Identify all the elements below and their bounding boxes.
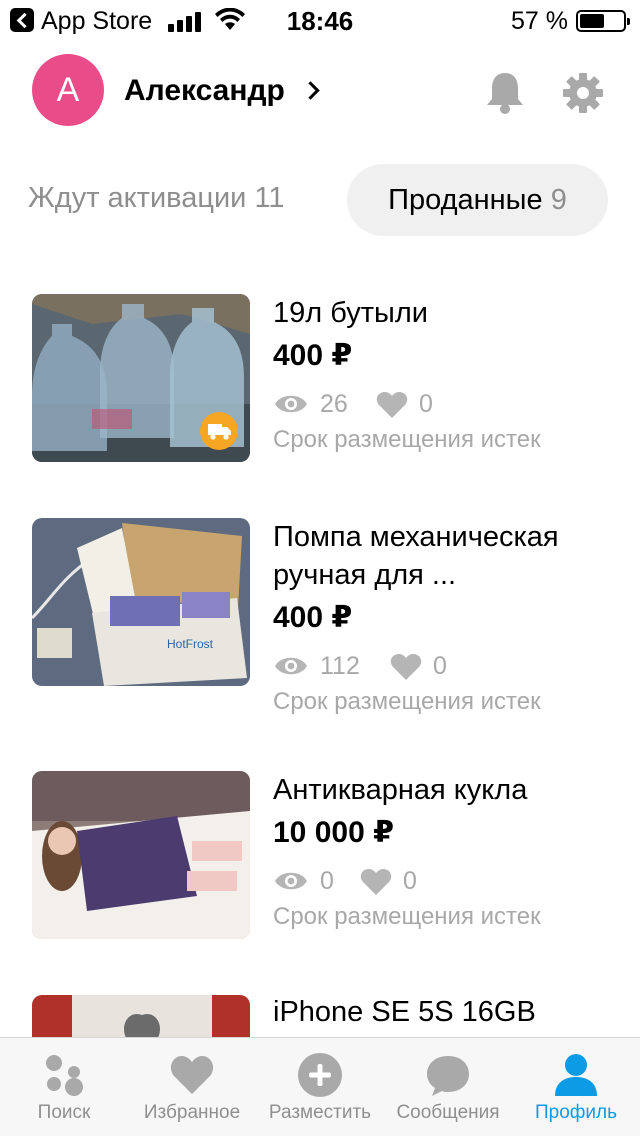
item-photo-pump-box[interactable]: HotFrost — [32, 518, 250, 686]
gear-icon[interactable] — [562, 72, 604, 114]
views-count: 112 — [320, 652, 360, 680]
tab-waiting-label: Ждут активации — [28, 182, 247, 214]
item-status: Срок размещения истек — [273, 903, 541, 930]
status-bar: App Store 18:46 57 % — [0, 0, 640, 40]
search-dots-icon — [46, 1055, 83, 1096]
tabbar-search[interactable]: Поиск — [0, 1038, 128, 1136]
list-item[interactable]: Антикварная кукла 10 000 ₽ 0 0 Срок разм… — [32, 771, 612, 941]
tabbar-label: Поиск — [37, 1102, 91, 1123]
heart-icon — [376, 392, 408, 418]
tab-sold[interactable]: Проданные 9 — [347, 164, 608, 236]
heart-icon — [390, 654, 422, 680]
favorites-count: 0 — [433, 652, 447, 680]
tabbar-label: Избранное — [143, 1102, 241, 1123]
tabbar-label: Профиль — [534, 1102, 618, 1123]
bottom-tab-bar: Поиск Избранное Разместить Сообщения Про… — [0, 1037, 640, 1136]
views-count: 0 — [320, 867, 334, 895]
tab-waiting-count: 11 — [254, 182, 285, 214]
item-status: Срок размещения истек — [273, 688, 541, 715]
tab-sold-count: 9 — [550, 184, 567, 216]
item-price: 10 000 ₽ — [273, 816, 394, 849]
eye-icon — [275, 657, 307, 675]
battery-percent: 57 % — [511, 7, 568, 35]
tabbar-label: Сообщения — [396, 1102, 500, 1123]
list-item[interactable]: 19л бутыли 400 ₽ 26 0 Срок размещения ис… — [32, 294, 612, 464]
user-name[interactable]: Александр — [124, 74, 285, 108]
item-photo-antique-doll[interactable] — [32, 771, 250, 939]
item-price: 400 ₽ — [273, 339, 353, 372]
heart-icon — [170, 1056, 214, 1094]
tab-sold-label: Проданные — [388, 184, 543, 216]
item-photo-iphone[interactable] — [32, 995, 250, 1037]
views-count: 26 — [320, 390, 348, 418]
tabbar-messages[interactable]: Сообщения — [384, 1038, 512, 1136]
truck-icon — [200, 412, 238, 450]
heart-icon — [360, 869, 392, 895]
item-status: Срок размещения истек — [273, 426, 541, 453]
tab-waiting-activation[interactable]: Ждут активации 11 — [28, 182, 285, 215]
listing-tabs: Ждут активации 11 Проданные 9 — [0, 164, 640, 236]
bell-icon[interactable] — [484, 70, 526, 114]
list-item[interactable]: iPhone SE 5S 16GB — [32, 995, 612, 1037]
tabbar-favorites[interactable]: Избранное — [128, 1038, 256, 1136]
item-title[interactable]: 19л бутыли — [273, 294, 613, 332]
eye-icon — [275, 872, 307, 890]
item-photo-water-bottles[interactable] — [32, 294, 250, 462]
battery-icon — [576, 10, 630, 32]
plus-circle-icon — [298, 1053, 342, 1097]
favorites-count: 0 — [419, 390, 433, 418]
profile-header: А Александр — [0, 52, 640, 130]
chat-bubble-icon — [427, 1056, 469, 1096]
item-title[interactable]: Антикварная кукла — [273, 771, 613, 809]
favorites-count: 0 — [403, 867, 417, 895]
profile-icon — [555, 1054, 597, 1096]
item-title[interactable]: iPhone SE 5S 16GB — [273, 995, 612, 1031]
avatar[interactable]: А — [32, 54, 104, 126]
item-title[interactable]: Помпа механическая ручная для ... — [273, 518, 613, 594]
item-price: 400 ₽ — [273, 601, 353, 634]
tabbar-profile[interactable]: Профиль — [512, 1038, 640, 1136]
eye-icon — [275, 395, 307, 413]
list-item[interactable]: HotFrost Помпа механическая ручная для .… — [32, 518, 613, 715]
tabbar-post[interactable]: Разместить — [256, 1038, 384, 1136]
tabbar-label: Разместить — [268, 1102, 372, 1123]
svg-text:HotFrost: HotFrost — [167, 637, 214, 651]
chevron-right-icon[interactable] — [301, 81, 320, 100]
